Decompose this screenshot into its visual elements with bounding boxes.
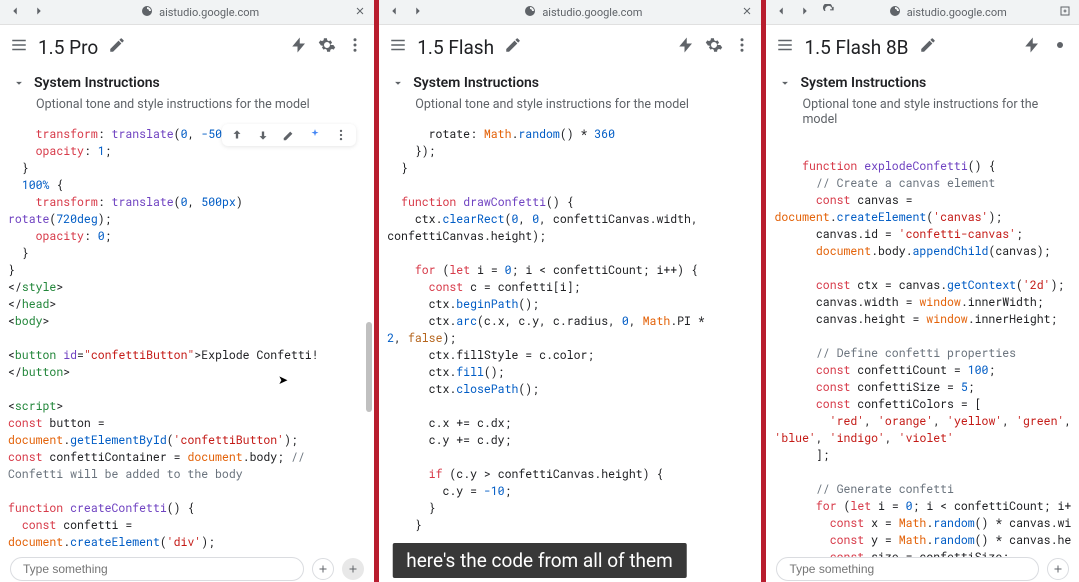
code-block: rotate: Math.random() * 360 }); } functi…	[387, 126, 753, 534]
code-area[interactable]: rotate: Math.random() * 360 }); } functi…	[379, 122, 761, 582]
settings-icon[interactable]	[1051, 36, 1069, 58]
browser-bar: aistudio.google.com	[0, 0, 374, 25]
back-icon[interactable]	[8, 4, 22, 21]
forward-icon[interactable]	[411, 4, 425, 21]
up-arrow-icon[interactable]	[230, 128, 244, 142]
forward-icon[interactable]	[798, 4, 812, 21]
site-icon	[524, 5, 536, 20]
menu-icon[interactable]	[389, 36, 407, 58]
close-tab-icon[interactable]	[354, 5, 366, 20]
add-button[interactable]	[1047, 558, 1069, 580]
pane-flash: aistudio.google.com 1.5 Flash System Ins…	[379, 0, 761, 582]
edit-title-icon[interactable]	[919, 36, 937, 58]
edit-title-icon[interactable]	[504, 36, 522, 58]
system-instructions: System Instructions Optional tone and st…	[379, 69, 761, 122]
system-instructions: System Instructions Optional tone and st…	[766, 69, 1079, 137]
model-title: 1.5 Pro	[38, 36, 98, 59]
sys-inst-title: System Instructions	[413, 75, 539, 91]
scrollbar[interactable]	[366, 322, 372, 412]
menu-icon[interactable]	[10, 36, 28, 58]
more-icon[interactable]	[334, 128, 348, 142]
chat-input-row	[0, 556, 374, 582]
sys-inst-header[interactable]: System Instructions	[778, 75, 1067, 91]
sys-inst-header[interactable]: System Instructions	[12, 75, 362, 91]
browser-bar: aistudio.google.com	[766, 0, 1079, 25]
add-button[interactable]	[312, 558, 334, 580]
mouse-pointer-icon: ➤	[278, 373, 288, 387]
url-text[interactable]: aistudio.google.com	[542, 6, 642, 19]
menu-icon[interactable]	[776, 36, 794, 58]
caption-overlay: here's the code from all of them	[392, 543, 687, 578]
url-text[interactable]: aistudio.google.com	[907, 6, 1007, 19]
pane-flash8b: aistudio.google.com 1.5 Flash 8B System …	[766, 0, 1079, 582]
reload-icon[interactable]	[822, 4, 836, 21]
close-tab-icon[interactable]	[741, 5, 753, 20]
title-bar: 1.5 Pro	[0, 25, 374, 69]
url-text[interactable]: aistudio.google.com	[159, 6, 259, 19]
settings-icon[interactable]	[705, 36, 723, 58]
code-toolbar	[222, 124, 356, 146]
title-bar: 1.5 Flash 8B	[766, 25, 1079, 69]
code-area[interactable]: function explodeConfetti() { // Create a…	[766, 137, 1079, 582]
sys-inst-title: System Instructions	[34, 75, 160, 91]
site-icon	[141, 5, 153, 20]
sparkle-icon[interactable]	[308, 128, 322, 142]
site-icon	[889, 5, 901, 20]
system-instructions: System Instructions Optional tone and st…	[0, 69, 374, 122]
more-icon[interactable]	[733, 36, 751, 58]
browser-bar: aistudio.google.com	[379, 0, 761, 25]
pane-pro: aistudio.google.com 1.5 Pro System Instr…	[0, 0, 374, 582]
sys-inst-header[interactable]: System Instructions	[391, 75, 749, 91]
model-title: 1.5 Flash 8B	[804, 36, 908, 59]
code-block: function explodeConfetti() { // Create a…	[774, 141, 1071, 582]
down-arrow-icon[interactable]	[256, 128, 270, 142]
sys-inst-sub: Optional tone and style instructions for…	[802, 97, 1067, 127]
back-icon[interactable]	[774, 4, 788, 21]
more-icon[interactable]	[346, 36, 364, 58]
forward-icon[interactable]	[32, 4, 46, 21]
newtab-icon[interactable]	[1059, 5, 1071, 20]
code-area[interactable]: transform: translate(0, -50px) rotate(0d…	[0, 122, 374, 582]
bolt-icon[interactable]	[290, 36, 308, 58]
chat-input-row	[766, 556, 1079, 582]
chat-input[interactable]	[776, 557, 1039, 581]
title-bar: 1.5 Flash	[379, 25, 761, 69]
edit-title-icon[interactable]	[108, 36, 126, 58]
back-icon[interactable]	[387, 4, 401, 21]
sys-inst-sub: Optional tone and style instructions for…	[36, 97, 362, 112]
chat-input[interactable]	[10, 557, 304, 581]
model-title: 1.5 Flash	[417, 36, 494, 59]
bolt-icon[interactable]	[677, 36, 695, 58]
pencil-icon[interactable]	[282, 128, 296, 142]
settings-icon[interactable]	[318, 36, 336, 58]
run-button[interactable]	[342, 558, 364, 580]
sys-inst-title: System Instructions	[800, 75, 926, 91]
bolt-icon[interactable]	[1023, 36, 1041, 58]
sys-inst-sub: Optional tone and style instructions for…	[415, 97, 749, 112]
code-block: transform: translate(0, -50px) rotate(0d…	[8, 126, 366, 551]
